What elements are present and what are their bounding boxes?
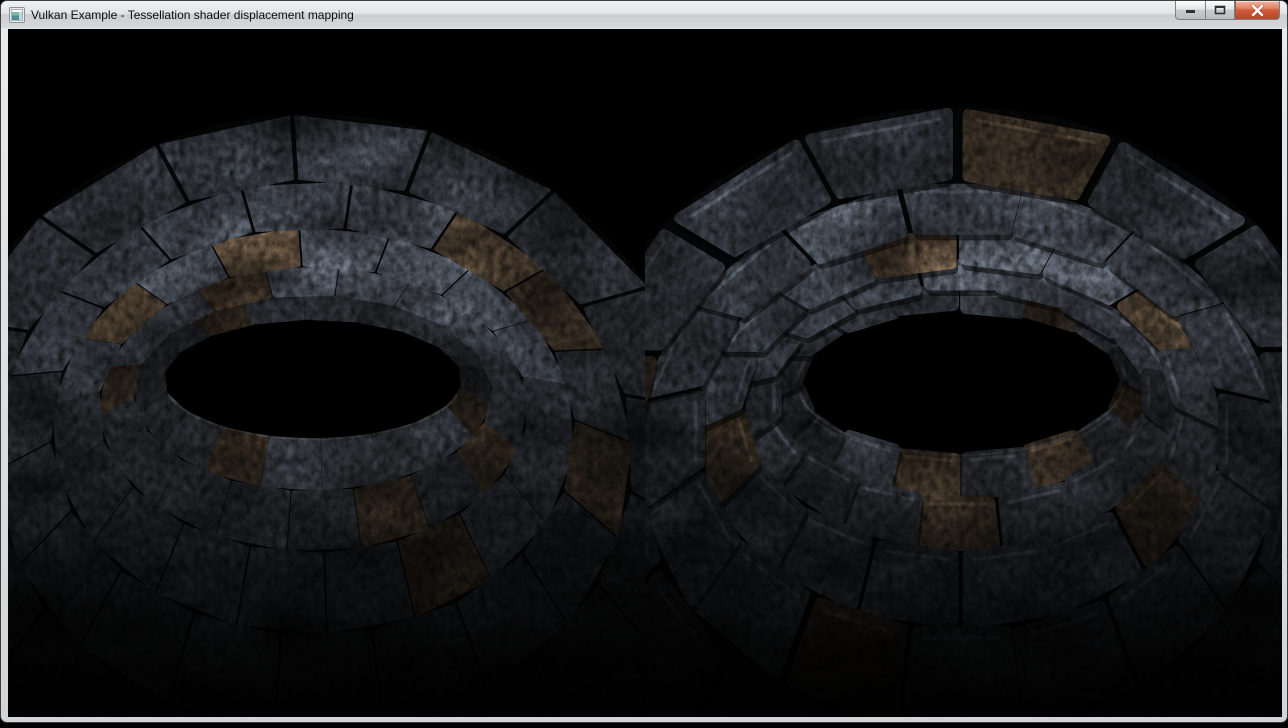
stone-block bbox=[262, 438, 320, 489]
maximize-icon bbox=[1214, 5, 1226, 15]
app-icon bbox=[9, 7, 25, 23]
window-title: Vulkan Example - Tessellation shader dis… bbox=[31, 8, 354, 22]
titlebar[interactable]: Vulkan Example - Tessellation shader dis… bbox=[1, 1, 1287, 28]
stone-block bbox=[908, 631, 1017, 717]
app-window: Vulkan Example - Tessellation shader dis… bbox=[0, 0, 1288, 723]
stone-block bbox=[327, 544, 413, 632]
close-button[interactable] bbox=[1235, 1, 1280, 20]
window-frame-bottom bbox=[1, 715, 1287, 722]
vulkan-render-surface bbox=[8, 29, 1282, 717]
stone-block bbox=[277, 633, 381, 717]
window-controls bbox=[1175, 1, 1280, 20]
minimize-button[interactable] bbox=[1175, 1, 1205, 20]
stone-block bbox=[323, 436, 382, 489]
stone-block bbox=[244, 183, 348, 230]
render-area[interactable] bbox=[8, 29, 1282, 717]
minimize-icon bbox=[1185, 6, 1197, 15]
stone-block bbox=[218, 483, 289, 549]
close-icon bbox=[1251, 5, 1264, 16]
stone-block bbox=[267, 268, 337, 296]
maximize-button[interactable] bbox=[1205, 1, 1235, 20]
stone-block bbox=[921, 501, 994, 545]
stone-block bbox=[239, 549, 324, 632]
stone-block bbox=[908, 189, 1017, 229]
stone-block bbox=[305, 295, 363, 320]
stone-block bbox=[289, 491, 359, 550]
